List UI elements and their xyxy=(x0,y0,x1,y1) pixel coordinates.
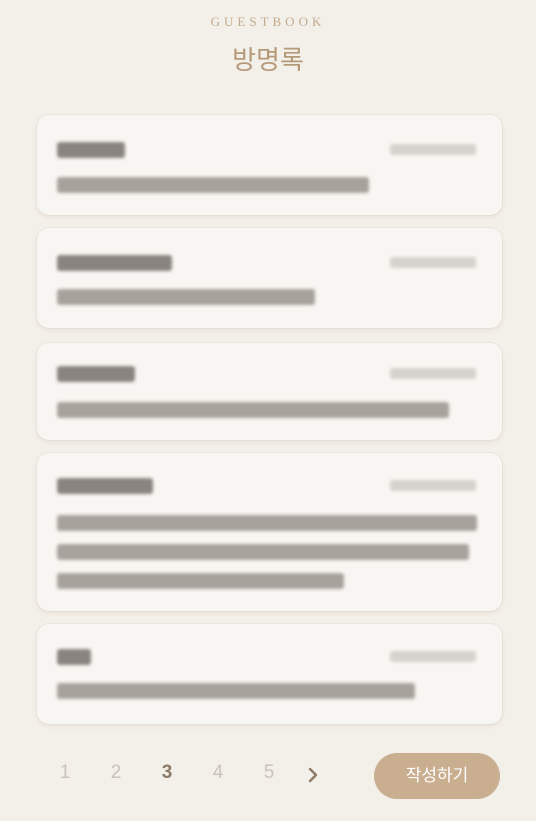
entry-message xyxy=(57,177,369,193)
entry-author xyxy=(57,142,125,158)
guestbook-page: GUESTBOOK 방명록 1 2 3 4 5 작성하기 xyxy=(0,0,536,821)
entry-message xyxy=(57,515,477,531)
write-entry-button[interactable]: 작성하기 xyxy=(374,753,500,799)
guestbook-entry xyxy=(37,624,502,724)
entry-message xyxy=(57,402,449,418)
page-2-link[interactable]: 2 xyxy=(101,762,131,784)
entry-author xyxy=(57,366,135,382)
guestbook-entry xyxy=(37,453,502,611)
entry-date xyxy=(390,368,476,379)
entry-author xyxy=(57,255,172,271)
entry-message xyxy=(57,544,469,560)
page-4-link[interactable]: 4 xyxy=(203,762,233,784)
next-page-button[interactable] xyxy=(302,762,324,788)
guestbook-entry xyxy=(37,343,502,440)
guestbook-entry xyxy=(37,228,502,328)
entry-author xyxy=(57,478,153,494)
chevron-right-icon xyxy=(308,767,318,783)
page-title: 방명록 xyxy=(232,46,304,76)
entry-message xyxy=(57,683,415,699)
guestbook-entry xyxy=(37,115,502,215)
page-3-link[interactable]: 3 xyxy=(152,762,182,784)
entry-date xyxy=(390,651,476,662)
entry-message xyxy=(57,573,344,589)
entry-date xyxy=(390,144,476,155)
page-5-link[interactable]: 5 xyxy=(254,762,284,784)
entry-date xyxy=(390,480,476,491)
page-1-link[interactable]: 1 xyxy=(50,762,80,784)
entry-date xyxy=(390,257,476,268)
section-eyebrow: GUESTBOOK xyxy=(210,14,326,29)
entry-author xyxy=(57,649,91,665)
entry-message xyxy=(57,289,315,305)
